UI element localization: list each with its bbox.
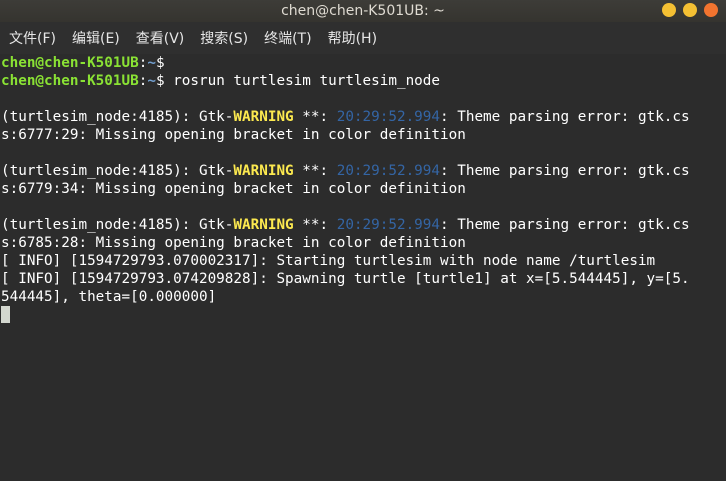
warning-separator: **: — [293, 163, 337, 179]
warning-separator: **: — [293, 109, 337, 125]
warning-continuation: s:6785:28: Missing opening bracket in co… — [1, 235, 466, 251]
menu-terminal[interactable]: 终端(T) — [256, 22, 319, 54]
warning-source: (turtlesim_node:4185): Gtk- — [1, 163, 234, 179]
terminal-window: chen@chen-K501UB: ~ 文件(F) 编辑(E) 查看(V) 搜索… — [0, 0, 726, 481]
command-line: chen@chen-K501UB:~$ rosrun turtlesim tur… — [1, 72, 726, 90]
menu-bar: 文件(F) 编辑(E) 查看(V) 搜索(S) 终端(T) 帮助(H) — [0, 22, 726, 55]
warning-line: (turtlesim_node:4185): Gtk-WARNING **: 2… — [1, 216, 726, 234]
warning-timestamp: 20:29:52.994 — [336, 217, 441, 233]
warning-source: (turtlesim_node:4185): Gtk- — [1, 217, 234, 233]
warning-line: (turtlesim_node:4185): Gtk-WARNING **: 2… — [1, 108, 726, 126]
prompt-symbol: $ — [155, 73, 174, 89]
warning-timestamp: 20:29:52.994 — [336, 109, 441, 125]
warning-timestamp: 20:29:52.994 — [336, 163, 441, 179]
warning-source: (turtlesim_node:4185): Gtk- — [1, 109, 234, 125]
terminal-output[interactable]: chen@chen-K501UB:~$ chen@chen-K501UB:~$ … — [0, 54, 726, 481]
info-continuation: 544445], theta=[0.000000] — [1, 289, 217, 305]
warning-continuation: s:6779:34: Missing opening bracket in co… — [1, 181, 466, 197]
menu-view[interactable]: 查看(V) — [128, 22, 193, 54]
prompt-path: ~ — [147, 55, 156, 71]
prompt-symbol: $ — [155, 55, 165, 71]
warning-level: WARNING — [233, 109, 294, 125]
warning-message: : Theme parsing error: gtk.cs — [440, 217, 690, 233]
warning-line: (turtlesim_node:4185): Gtk-WARNING **: 2… — [1, 162, 726, 180]
maximize-icon[interactable] — [683, 3, 697, 17]
info-line: [ INFO] [1594729793.074209828]: Spawning… — [1, 271, 690, 287]
window-controls — [662, 3, 718, 17]
warning-message: : Theme parsing error: gtk.cs — [440, 109, 690, 125]
title-bar[interactable]: chen@chen-K501UB: ~ — [0, 0, 726, 22]
prompt-user: chen@chen-K501UB — [1, 55, 139, 71]
warning-message: : Theme parsing error: gtk.cs — [440, 163, 690, 179]
minimize-icon[interactable] — [662, 3, 676, 17]
menu-search[interactable]: 搜索(S) — [192, 22, 256, 54]
menu-edit[interactable]: 编辑(E) — [64, 22, 128, 54]
command-text: rosrun turtlesim turtlesim_node — [173, 73, 441, 89]
info-line: [ INFO] [1594729793.070002317]: Starting… — [1, 253, 656, 269]
close-icon[interactable] — [704, 3, 718, 17]
prompt-user: chen@chen-K501UB — [1, 73, 139, 89]
prompt-line: chen@chen-K501UB:~$ — [1, 54, 726, 72]
warning-continuation: s:6777:29: Missing opening bracket in co… — [1, 127, 466, 143]
menu-help[interactable]: 帮助(H) — [320, 22, 385, 54]
text-cursor — [1, 306, 10, 323]
cursor-line — [1, 306, 726, 324]
warning-level: WARNING — [233, 217, 294, 233]
warning-level: WARNING — [233, 163, 294, 179]
menu-file[interactable]: 文件(F) — [0, 22, 64, 54]
warning-separator: **: — [293, 217, 337, 233]
window-title: chen@chen-K501UB: ~ — [281, 3, 445, 19]
prompt-path: ~ — [147, 73, 156, 89]
